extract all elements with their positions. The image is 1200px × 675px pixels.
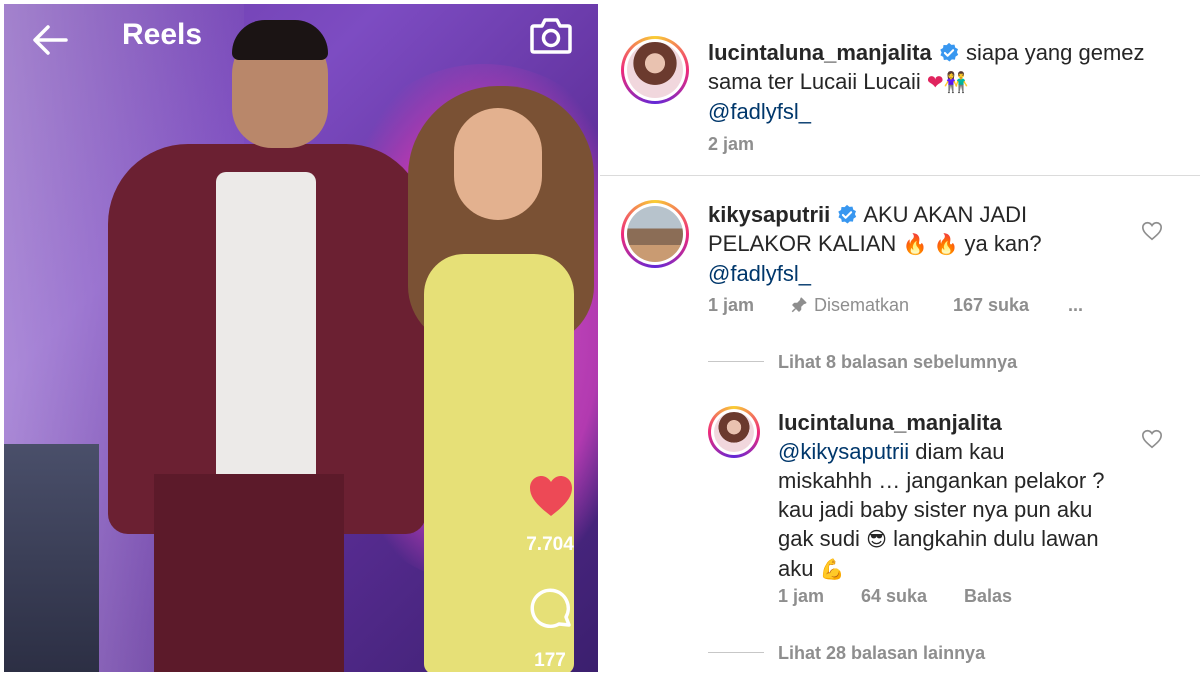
- pin-icon: [791, 297, 807, 313]
- reply-line5: aku: [778, 556, 814, 581]
- reply-line3: kau jadi baby sister nya pun aku: [778, 497, 1093, 522]
- comment-avatar[interactable]: [621, 200, 689, 268]
- comment-body: kikysaputrii AKU AKAN JADI PELAKOR KALIA…: [708, 200, 1128, 288]
- reply-line2: miskahhh … jangankan pelakor ?: [778, 468, 1105, 493]
- camera-icon[interactable]: [528, 12, 574, 58]
- reply-body: lucintaluna_manjalita @kikysaputrii diam…: [778, 408, 1138, 584]
- man-shirt: [216, 172, 316, 492]
- comment-likes-count[interactable]: 167 suka: [953, 295, 1029, 316]
- reel-video[interactable]: Reels 7.704 177: [4, 4, 598, 672]
- reply-avatar[interactable]: [708, 406, 760, 458]
- comment-text-line2b: ya kan?: [964, 231, 1042, 256]
- reply-button[interactable]: Balas: [964, 586, 1012, 607]
- reply-time: 1 jam: [778, 586, 825, 606]
- reel-topbar: Reels: [4, 4, 598, 74]
- back-arrow-icon[interactable]: [28, 18, 72, 62]
- woman-face: [454, 108, 542, 220]
- fire-emoji-icon: 🔥: [933, 232, 959, 256]
- reply-line1: diam kau: [915, 439, 1005, 464]
- fire-emoji-icon: 🔥: [902, 232, 928, 256]
- comment-count: 177: [534, 650, 566, 671]
- thread-line: [708, 361, 764, 362]
- reply-line4b: langkahin dulu lawan: [893, 526, 1099, 551]
- comment-text-line2a: PELAKOR KALIAN: [708, 231, 897, 256]
- view-more-replies[interactable]: Lihat 28 balasan lainnya: [778, 643, 985, 664]
- comment-like-heart-icon[interactable]: [1141, 220, 1163, 242]
- sunglasses-emoji-icon: 😎: [866, 527, 887, 551]
- profile-photo: [627, 206, 683, 262]
- pinned-label: Disematkan: [814, 295, 910, 315]
- reel-title: Reels: [122, 18, 203, 51]
- man-trousers: [154, 474, 344, 672]
- comment-bubble-icon[interactable]: [530, 588, 574, 632]
- flexed-biceps-emoji-icon: 💪: [819, 557, 845, 581]
- like-count: 7.704: [526, 534, 574, 555]
- comment-username[interactable]: kikysaputrii: [708, 202, 830, 227]
- reply-like-heart-icon[interactable]: [1141, 428, 1163, 450]
- reply-username[interactable]: lucintaluna_manjalita: [778, 410, 1002, 435]
- caption-avatar[interactable]: [621, 36, 689, 104]
- reply-line4a: gak sudi: [778, 526, 860, 551]
- caption-body: lucintaluna_manjalita siapa yang gemez s…: [708, 38, 1178, 126]
- view-previous-replies[interactable]: Lihat 8 balasan sebelumnya: [778, 352, 1017, 373]
- profile-photo: [714, 412, 754, 452]
- caption-mention[interactable]: @fadlyfsl_: [708, 99, 811, 124]
- divider: [600, 175, 1200, 176]
- couple-emoji-icon: 👫: [943, 70, 969, 94]
- comment-text-line1: AKU AKAN JADI: [863, 202, 1028, 227]
- thread-line: [708, 652, 764, 653]
- like-heart-icon[interactable]: [528, 474, 574, 518]
- screen: Reels 7.704 177 lucintaluna_manjalita si…: [0, 0, 1200, 675]
- reply-mention[interactable]: @kikysaputrii: [778, 439, 909, 464]
- caption-time: 2 jam: [708, 134, 755, 154]
- caption-username[interactable]: lucintaluna_manjalita: [708, 40, 932, 65]
- red-heart-emoji-icon: ❤: [926, 70, 944, 94]
- comment-time: 1 jam: [708, 295, 755, 315]
- comment-mention[interactable]: @fadlyfsl_: [708, 261, 811, 286]
- profile-photo: [627, 42, 683, 98]
- reply-likes-count[interactable]: 64 suka: [861, 586, 927, 607]
- background-stand: [4, 444, 99, 672]
- verified-badge-icon: [838, 204, 857, 224]
- verified-badge-icon: [940, 42, 959, 62]
- comment-more-options[interactable]: ...: [1068, 295, 1083, 316]
